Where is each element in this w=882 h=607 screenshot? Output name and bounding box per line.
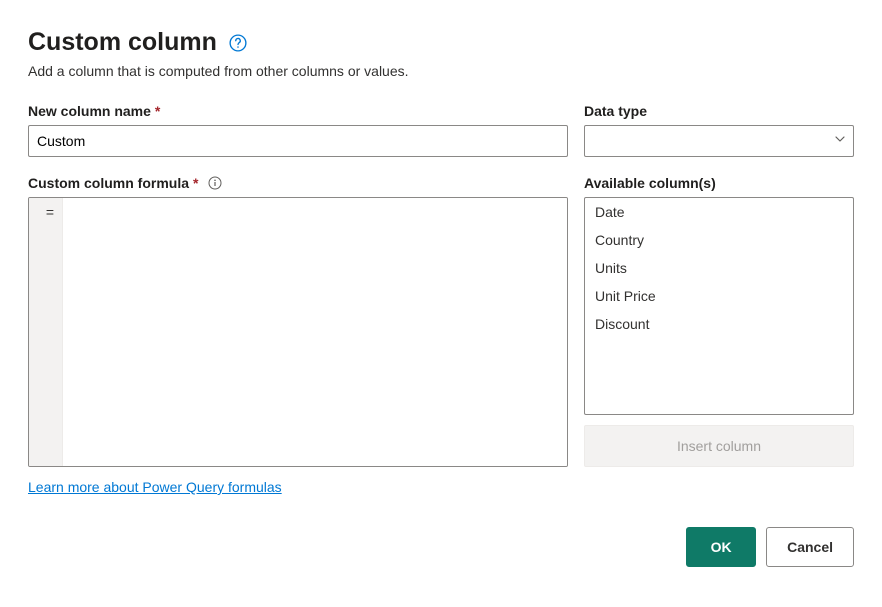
formula-label: Custom column formula *	[28, 175, 568, 191]
column-item[interactable]: Discount	[585, 310, 853, 338]
dialog-subtitle: Add a column that is computed from other…	[28, 63, 854, 79]
column-item[interactable]: Date	[585, 198, 853, 226]
learn-more-link[interactable]: Learn more about Power Query formulas	[28, 479, 282, 495]
help-icon[interactable]	[229, 34, 247, 52]
formula-textarea[interactable]	[63, 198, 567, 466]
required-asterisk: *	[193, 175, 198, 191]
cancel-button[interactable]: Cancel	[766, 527, 854, 567]
data-type-select[interactable]	[584, 125, 854, 157]
insert-column-button[interactable]: Insert column	[584, 425, 854, 467]
column-item[interactable]: Country	[585, 226, 853, 254]
dialog-title: Custom column	[28, 28, 217, 57]
new-column-name-input[interactable]	[28, 125, 568, 157]
new-column-name-label: New column name *	[28, 103, 568, 119]
required-asterisk: *	[155, 103, 160, 119]
available-columns-list: Date Country Units Unit Price Discount	[584, 197, 854, 415]
ok-button[interactable]: OK	[686, 527, 756, 567]
column-item[interactable]: Unit Price	[585, 282, 853, 310]
data-type-label: Data type	[584, 103, 854, 119]
available-columns-label: Available column(s)	[584, 175, 854, 191]
info-icon[interactable]	[208, 176, 222, 190]
column-item[interactable]: Units	[585, 254, 853, 282]
formula-gutter: =	[29, 198, 63, 466]
formula-editor[interactable]: =	[28, 197, 568, 467]
